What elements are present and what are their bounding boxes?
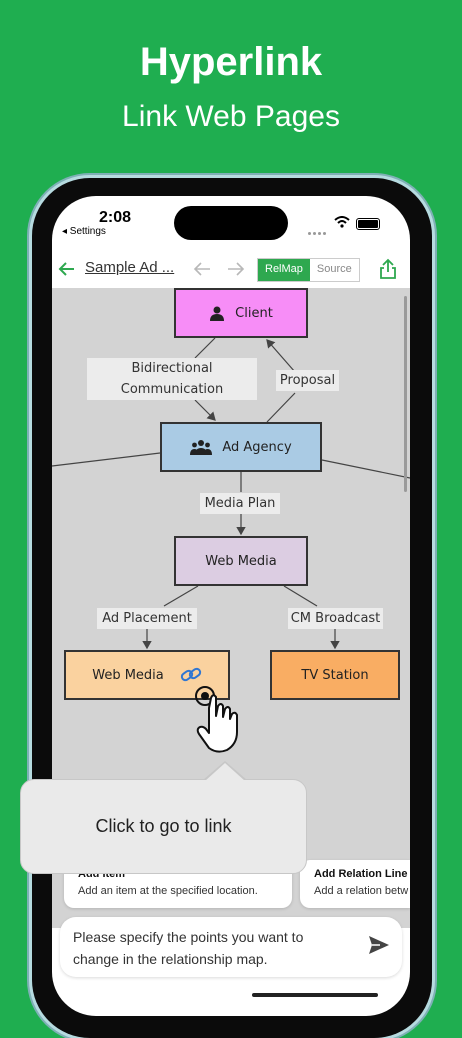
edge-label-proposal: Proposal <box>276 370 339 391</box>
node-web-media[interactable]: Web Media <box>174 536 308 586</box>
send-icon[interactable] <box>368 935 390 955</box>
status-time: 2:08 <box>99 209 132 226</box>
edge-label-media-plan: Media Plan <box>200 493 280 514</box>
group-icon <box>190 440 213 455</box>
prompt-input[interactable]: Please specify the points you want to ch… <box>60 917 402 977</box>
signal-dots-icon <box>308 222 330 235</box>
edge-label-cm-broadcast: CM Broadcast <box>288 608 383 629</box>
top-toolbar: Sample Ad ... RelMap Source <box>52 252 410 288</box>
person-icon <box>210 306 225 321</box>
node-client-label: Client <box>235 305 273 321</box>
redo-icon[interactable] <box>226 260 246 278</box>
link-icon[interactable] <box>180 666 202 684</box>
suggestion-add-relation-title: Add Relation Line <box>314 868 408 880</box>
tap-hand-icon <box>195 686 238 753</box>
tooltip-popup: Click to go to link <box>20 779 307 874</box>
node-tv-station-label: TV Station <box>301 667 369 683</box>
tooltip-text: Click to go to link <box>95 816 232 836</box>
home-indicator <box>252 993 378 997</box>
edge-label-bidirectional-line2: Communication <box>120 382 224 397</box>
vertical-scrollbar[interactable] <box>404 296 407 492</box>
node-web-media-label: Web Media <box>205 553 277 569</box>
node-client[interactable]: Client <box>174 288 308 338</box>
back-to-settings-link[interactable]: ◂ Settings <box>62 226 106 237</box>
node-ad-agency[interactable]: Ad Agency <box>160 422 322 472</box>
hero-title: Hyperlink <box>139 40 323 84</box>
battery-icon <box>356 218 380 230</box>
suggestion-add-item-desc: Add an item at the specified location. <box>78 885 258 897</box>
suggestion-add-relation-desc: Add a relation betw <box>314 885 409 897</box>
phone-screen: 2:08 ◂ Settings Sample Ad ... RelMap Sou… <box>52 196 410 1016</box>
share-icon[interactable] <box>378 258 398 280</box>
wifi-icon <box>334 216 350 228</box>
hero-subtitle: Link Web Pages <box>122 100 340 133</box>
node-web-media-hyperlink-label: Web Media <box>92 667 164 683</box>
document-title[interactable]: Sample Ad ... <box>85 259 180 276</box>
source-tab[interactable]: Source <box>309 259 359 281</box>
popup-tail-fill <box>205 763 245 781</box>
back-arrow-icon[interactable] <box>58 260 76 278</box>
prompt-input-text[interactable]: Please specify the points you want to ch… <box>73 926 353 970</box>
suggestion-add-relation-line[interactable]: Add Relation Line Add a relation betw <box>300 860 410 908</box>
edge-label-bidirectional-line1: Bidirectional <box>131 361 213 376</box>
dynamic-island <box>174 206 288 240</box>
undo-icon[interactable] <box>192 260 212 278</box>
edge-label-ad-placement: Ad Placement <box>97 608 197 629</box>
node-tv-station[interactable]: TV Station <box>270 650 400 700</box>
node-ad-agency-label: Ad Agency <box>222 439 292 455</box>
relmap-tab[interactable]: RelMap <box>258 259 310 281</box>
edge-label-bidirectional: Bidirectional Communication <box>87 358 257 400</box>
view-mode-toggle: RelMap Source <box>257 258 360 282</box>
